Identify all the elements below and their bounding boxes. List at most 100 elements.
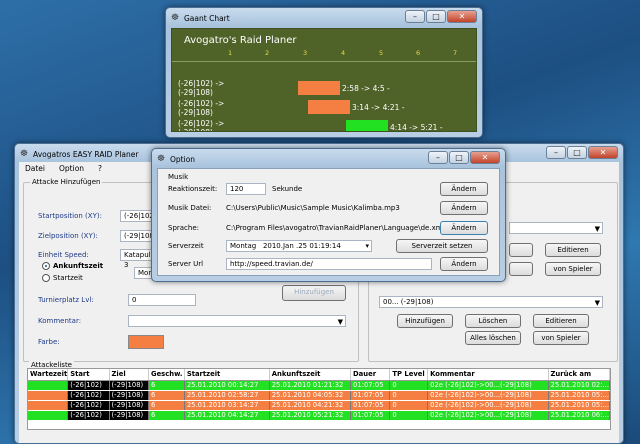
tournament-label: Turnierplatz Lvl: <box>38 296 94 304</box>
calendar-dropdown-icon[interactable]: ▾ <box>365 241 369 251</box>
gantt-tick: 1 <box>228 49 233 57</box>
comment-select[interactable]: ▼ <box>128 315 346 327</box>
minimize-button[interactable]: – <box>546 146 566 159</box>
table-cell: 0 <box>389 380 429 391</box>
reaction-label: Reaktionszeit: <box>168 185 218 193</box>
table-row[interactable]: (-26|102) (-29|108) 6 25.01.2010 04:14:27 25… <box>28 410 610 421</box>
table-cell: (-29|108) <box>109 410 149 421</box>
app-icon: ☸ <box>20 149 29 159</box>
col-header[interactable]: Kommentar <box>427 369 549 381</box>
window-title: Avogatros EASY RAID Planer <box>33 149 139 159</box>
table-cell <box>28 390 69 401</box>
table-cell: (-29|108) <box>109 390 149 401</box>
table-cell <box>28 400 69 411</box>
table-cell: 01:07:05 <box>350 410 391 421</box>
table-cell: (-29|108) <box>109 380 149 391</box>
comment-label: Kommentar: <box>38 317 82 325</box>
col-header[interactable]: Geschw. <box>148 369 185 381</box>
maximize-button[interactable]: □ <box>426 10 446 23</box>
table-cell: 02e (-26|102)->00...(-29|108) <box>427 400 549 411</box>
col-header[interactable]: Wartezeit <box>28 369 69 381</box>
attack-select-2[interactable]: 00... (-29|108) ▼ <box>379 296 603 308</box>
tournament-input[interactable]: 0 <box>128 294 196 306</box>
table-cell: 25.01.2010 05:... <box>548 390 610 401</box>
radio-start[interactable]: Startzeit <box>42 274 83 282</box>
change-reaction-button[interactable]: Ändern <box>440 182 488 196</box>
group-label: Attacke Hinzufügen <box>30 178 103 186</box>
option-titlebar[interactable]: ☸ Option – □ ✕ <box>152 149 505 169</box>
minimize-button[interactable]: – <box>428 151 448 164</box>
window-title: Option <box>170 154 196 164</box>
change-language-button[interactable]: Ändern <box>440 221 488 235</box>
maximize-button[interactable]: □ <box>567 146 587 159</box>
col-header[interactable]: Start <box>67 369 110 381</box>
table-cell: 6 <box>148 390 185 401</box>
menu-option[interactable]: Option <box>59 164 84 173</box>
delete-all-button-partial[interactable] <box>509 262 533 276</box>
gantt-row-time: 4:14 -> 5:21 - <box>390 123 443 132</box>
maximize-button[interactable]: □ <box>449 151 469 164</box>
music-file-value: C:\Users\Public\Music\Sample Music\Kalim… <box>226 204 400 212</box>
option-body: Musik Reaktionszeit: 120 Sekunde Ändern … <box>157 168 500 276</box>
gantt-row-label: (-26|102) -> (-29|108) <box>178 79 225 97</box>
table-cell: (-26|102) <box>67 410 110 421</box>
table-cell: 02e (-26|102)->00...(-29|108) <box>427 410 549 421</box>
col-header[interactable]: Startzeit <box>184 369 270 381</box>
color-swatch[interactable] <box>128 335 164 349</box>
reaction-input[interactable]: 120 <box>226 183 266 195</box>
delete-button[interactable]: Löschen <box>465 314 521 328</box>
gantt-tick: 3 <box>303 49 308 57</box>
gantt-titlebar[interactable]: ☸ Gaant Chart – □ ✕ <box>166 8 482 28</box>
col-header[interactable]: TP Level <box>389 369 429 381</box>
radio-arrival[interactable]: Ankunftszeit <box>42 262 103 270</box>
table-cell: 02e (-26|102)->00...(-29|108) <box>427 380 549 391</box>
change-music-button[interactable]: Ändern <box>440 201 488 215</box>
table-row[interactable]: (-26|102) (-29|108) 6 25.01.2010 02:58:27 25… <box>28 390 610 401</box>
close-button[interactable]: ✕ <box>447 10 477 23</box>
col-header[interactable]: Ziel <box>109 369 149 381</box>
add-button[interactable]: Hinzufügen <box>397 314 453 328</box>
music-group-label: Musik <box>168 173 189 181</box>
delete-button-partial[interactable] <box>509 243 533 257</box>
col-header[interactable]: Dauer <box>350 369 391 381</box>
table-cell: 0 <box>389 390 429 401</box>
table-cell: 25.01.2010 02:58:27 <box>184 390 270 401</box>
table-cell: 6 <box>148 400 185 411</box>
menu-datei[interactable]: Datei <box>25 164 45 173</box>
table-cell: 25.01.2010 01:21:32 <box>269 380 352 391</box>
gantt-tick: 7 <box>453 49 458 57</box>
table-row[interactable]: (-26|102) (-29|108) 6 25.01.2010 00:14:27 25… <box>28 380 610 391</box>
target-label: Zielposition (XY): <box>38 232 98 240</box>
language-label: Sprache: <box>168 224 200 232</box>
servertime-day: Montag <box>230 242 257 250</box>
table-row[interactable]: (-26|102) (-29|108) 6 25.01.2010 03:14:27 25… <box>28 400 610 411</box>
menu-help[interactable]: ? <box>98 164 102 173</box>
from-player-button[interactable]: von Spieler <box>545 262 601 276</box>
servertime-picker[interactable]: Montag 2010.Jan .25 01:19:14 ▾ <box>226 240 372 252</box>
from-player-button-2[interactable]: von Spieler <box>533 331 589 345</box>
edit-button-2[interactable]: Editieren <box>533 314 589 328</box>
col-header[interactable]: Zurück am <box>548 369 610 381</box>
table-cell: 01:07:05 <box>350 380 391 391</box>
delete-all-button[interactable]: Alles löschen <box>465 331 521 345</box>
add-attack-button[interactable]: Hinzufügen <box>282 285 346 301</box>
gantt-axis-line <box>172 61 476 62</box>
col-header[interactable]: Ankunftszeit <box>269 369 352 381</box>
set-servertime-button[interactable]: Serverzeit setzen <box>396 239 488 253</box>
edit-button[interactable]: Editieren <box>545 243 601 257</box>
attack-table[interactable]: Wartezeit Start Ziel Geschw. Startzeit A… <box>27 368 611 430</box>
minimize-button[interactable]: – <box>405 10 425 23</box>
gantt-bar <box>298 81 340 95</box>
chevron-down-icon: ▼ <box>594 225 600 233</box>
gantt-row-time: 3:14 -> 4:21 - <box>352 103 405 112</box>
radio-start-label: Startzeit <box>53 274 83 282</box>
close-button[interactable]: ✕ <box>588 146 618 159</box>
gantt-heading: Avogatro's Raid Planer <box>184 35 297 46</box>
serverurl-label: Server Url <box>168 260 204 268</box>
close-button[interactable]: ✕ <box>470 151 500 164</box>
serverurl-input[interactable]: http://speed.travian.de/ <box>226 258 432 270</box>
change-url-button[interactable]: Ändern <box>440 257 488 271</box>
attack-select-1[interactable]: ▼ <box>509 222 603 234</box>
servertime-label: Serverzeit <box>168 242 204 250</box>
radio-dot <box>42 274 50 282</box>
